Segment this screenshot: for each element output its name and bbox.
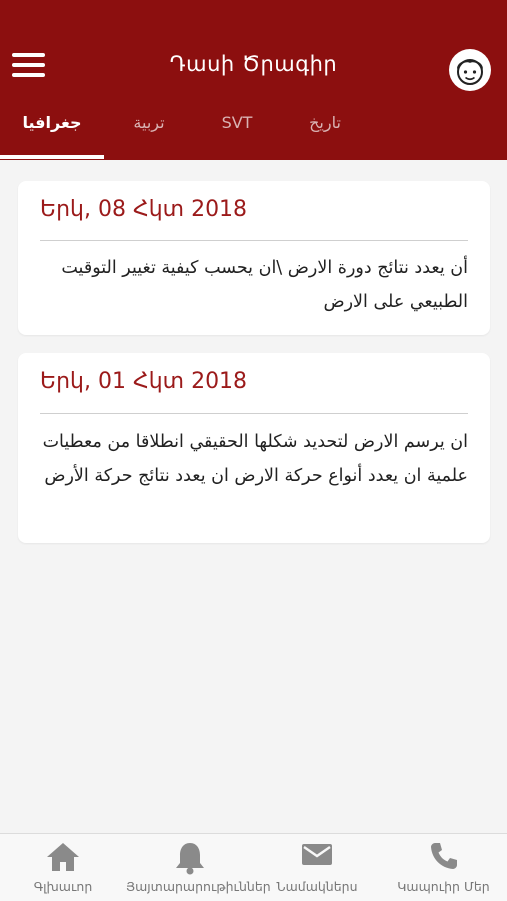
lesson-card[interactable]: Երկ, 08 Հկտ 2018 أن يعدد نتائج دورة الار… (18, 181, 490, 335)
card-date: Երկ, 08 Հկտ 2018 (40, 197, 248, 222)
phone-icon (428, 840, 460, 876)
tab-bar: جغرافيا تربية SVT تاريخ (0, 104, 507, 160)
card-divider (40, 413, 468, 414)
active-tab-indicator (0, 155, 104, 159)
nav-home[interactable]: Գլխաւոր (0, 834, 126, 901)
nav-label: Գլխաւոր (33, 879, 93, 894)
app-header: Դասի Ծրագիր جغرافيا تربية SVT تاريخ (0, 0, 507, 160)
nav-label: Նամակներս (276, 879, 358, 894)
home-icon (45, 840, 81, 878)
nav-messages[interactable]: Նամակներս (254, 834, 380, 901)
tab-education[interactable]: تربية (104, 104, 194, 160)
bottom-navigation: Գլխաւոր Յայտարարութիւններ Նամակներս Կապո… (0, 833, 507, 901)
nav-announcements[interactable]: Յայտարարութիւններ (126, 834, 271, 901)
tab-geography[interactable]: جغرافيا (0, 104, 104, 160)
user-avatar-icon (450, 50, 490, 90)
page-title: Դասի Ծրագիր (169, 52, 338, 76)
nav-label: Յայտարարութիւններ (126, 879, 271, 894)
lesson-card[interactable]: Երկ, 01 Հկտ 2018 ان يرسم الارض لتحديد شك… (18, 353, 490, 543)
bell-icon (173, 840, 207, 880)
card-date: Երկ, 01 Հկտ 2018 (40, 369, 248, 394)
mail-icon (300, 840, 334, 872)
tab-history[interactable]: تاريخ (280, 104, 370, 160)
card-divider (40, 240, 468, 241)
avatar[interactable] (449, 49, 491, 91)
tab-svt[interactable]: SVT (194, 104, 280, 160)
nav-contact[interactable]: Կապուիր Մեր (380, 834, 507, 901)
nav-label: Կապուիր Մեր (397, 879, 490, 894)
card-text: ان يرسم الارض لتحديد شكلها الحقيقي انطلا… (42, 432, 468, 486)
card-text: أن يعدد نتائج دورة الارض \ان يحسب كيفية … (61, 258, 468, 312)
